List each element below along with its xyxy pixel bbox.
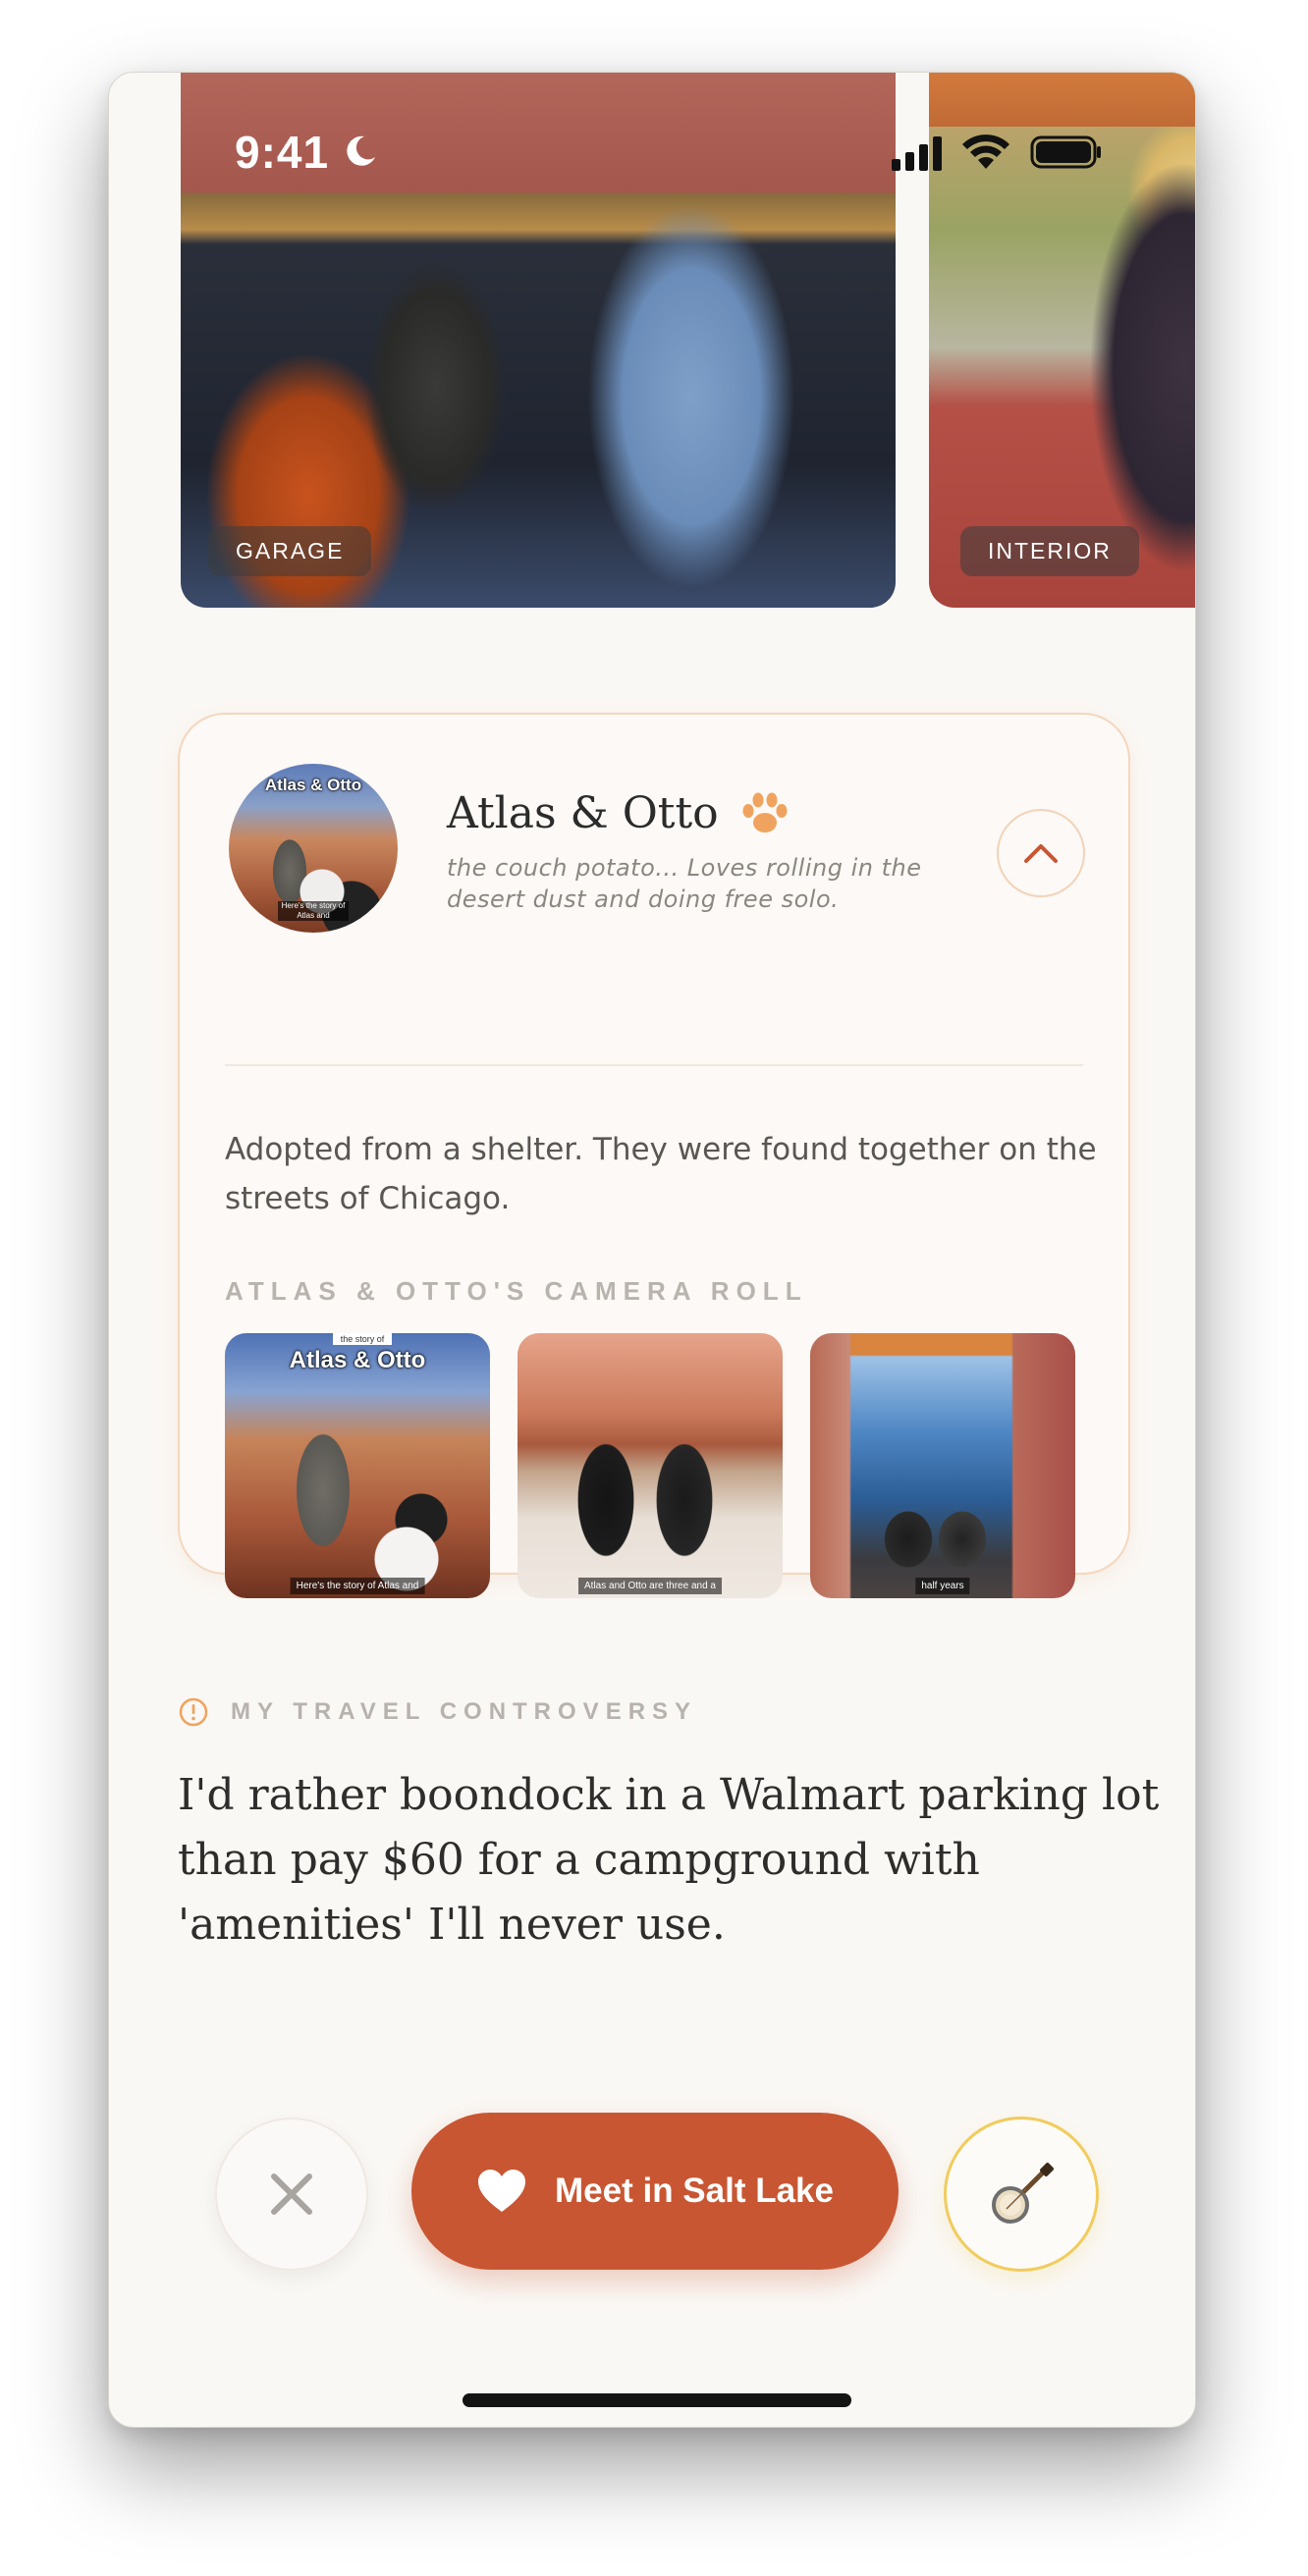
- card-divider: [225, 1064, 1083, 1066]
- banjo-icon: [992, 2163, 1054, 2224]
- pet-name: Atlas & Otto: [447, 788, 719, 838]
- phone-screen: GARAGE INTERIOR 9:41 Atlas & Otto Here's…: [108, 72, 1196, 2428]
- roll-photo-caption: half years: [915, 1578, 970, 1594]
- meet-button-label: Meet in Salt Lake: [555, 2172, 834, 2210]
- controversy-text: I'd rather boondock in a Walmart parking…: [178, 1770, 1160, 1950]
- pet-name-row: Atlas & Otto: [447, 788, 790, 838]
- pet-card: Atlas & Otto Here's the story of Atlas a…: [178, 713, 1130, 1598]
- photo-interior[interactable]: INTERIOR: [929, 73, 1195, 608]
- photo-label-interior: INTERIOR: [960, 526, 1139, 576]
- photo-garage[interactable]: GARAGE: [181, 73, 896, 608]
- collapse-button[interactable]: [997, 809, 1085, 897]
- pet-avatar-caption: Here's the story of Atlas and: [278, 901, 349, 921]
- pet-avatar-title: Atlas & Otto: [264, 776, 362, 794]
- roll-photo-kicker: the story of: [333, 1333, 392, 1345]
- roll-photo-title: Atlas & Otto: [289, 1347, 426, 1373]
- camera-roll-heading: ATLAS & OTTO'S CAMERA ROLL: [225, 1276, 808, 1306]
- camera-roll-photo-2[interactable]: Atlas and Otto are three and a: [518, 1333, 783, 1598]
- pet-avatar[interactable]: Atlas & Otto Here's the story of Atlas a…: [229, 764, 398, 933]
- photo-label-garage: GARAGE: [208, 526, 372, 576]
- alert-icon: [179, 1697, 208, 1727]
- controversy-label: MY TRAVEL CONTROVERSY: [178, 1696, 697, 1728]
- roll-photo-caption: Here's the story of Atlas and: [290, 1578, 425, 1594]
- camera-roll-photo-3[interactable]: half years: [810, 1333, 1075, 1598]
- camera-roll-photo-1[interactable]: the story of Atlas & Otto Here's the sto…: [225, 1333, 490, 1598]
- close-icon: [271, 2174, 312, 2215]
- pet-story: Adopted from a shelter. They were found …: [225, 1132, 1097, 1216]
- heart-icon: [478, 2170, 525, 2212]
- home-indicator: [463, 2393, 851, 2407]
- controversy-heading: MY TRAVEL CONTROVERSY: [231, 1698, 698, 1725]
- pass-button[interactable]: [215, 2118, 368, 2271]
- paw-icon: [742, 792, 788, 832]
- chevron-up-icon: [1024, 844, 1058, 863]
- pet-tagline: the couch potato... Loves rolling in the…: [447, 854, 922, 913]
- meet-button[interactable]: Meet in Salt Lake: [411, 2113, 899, 2270]
- banjo-button[interactable]: [944, 2117, 1099, 2272]
- roll-photo-caption: Atlas and Otto are three and a: [578, 1578, 722, 1594]
